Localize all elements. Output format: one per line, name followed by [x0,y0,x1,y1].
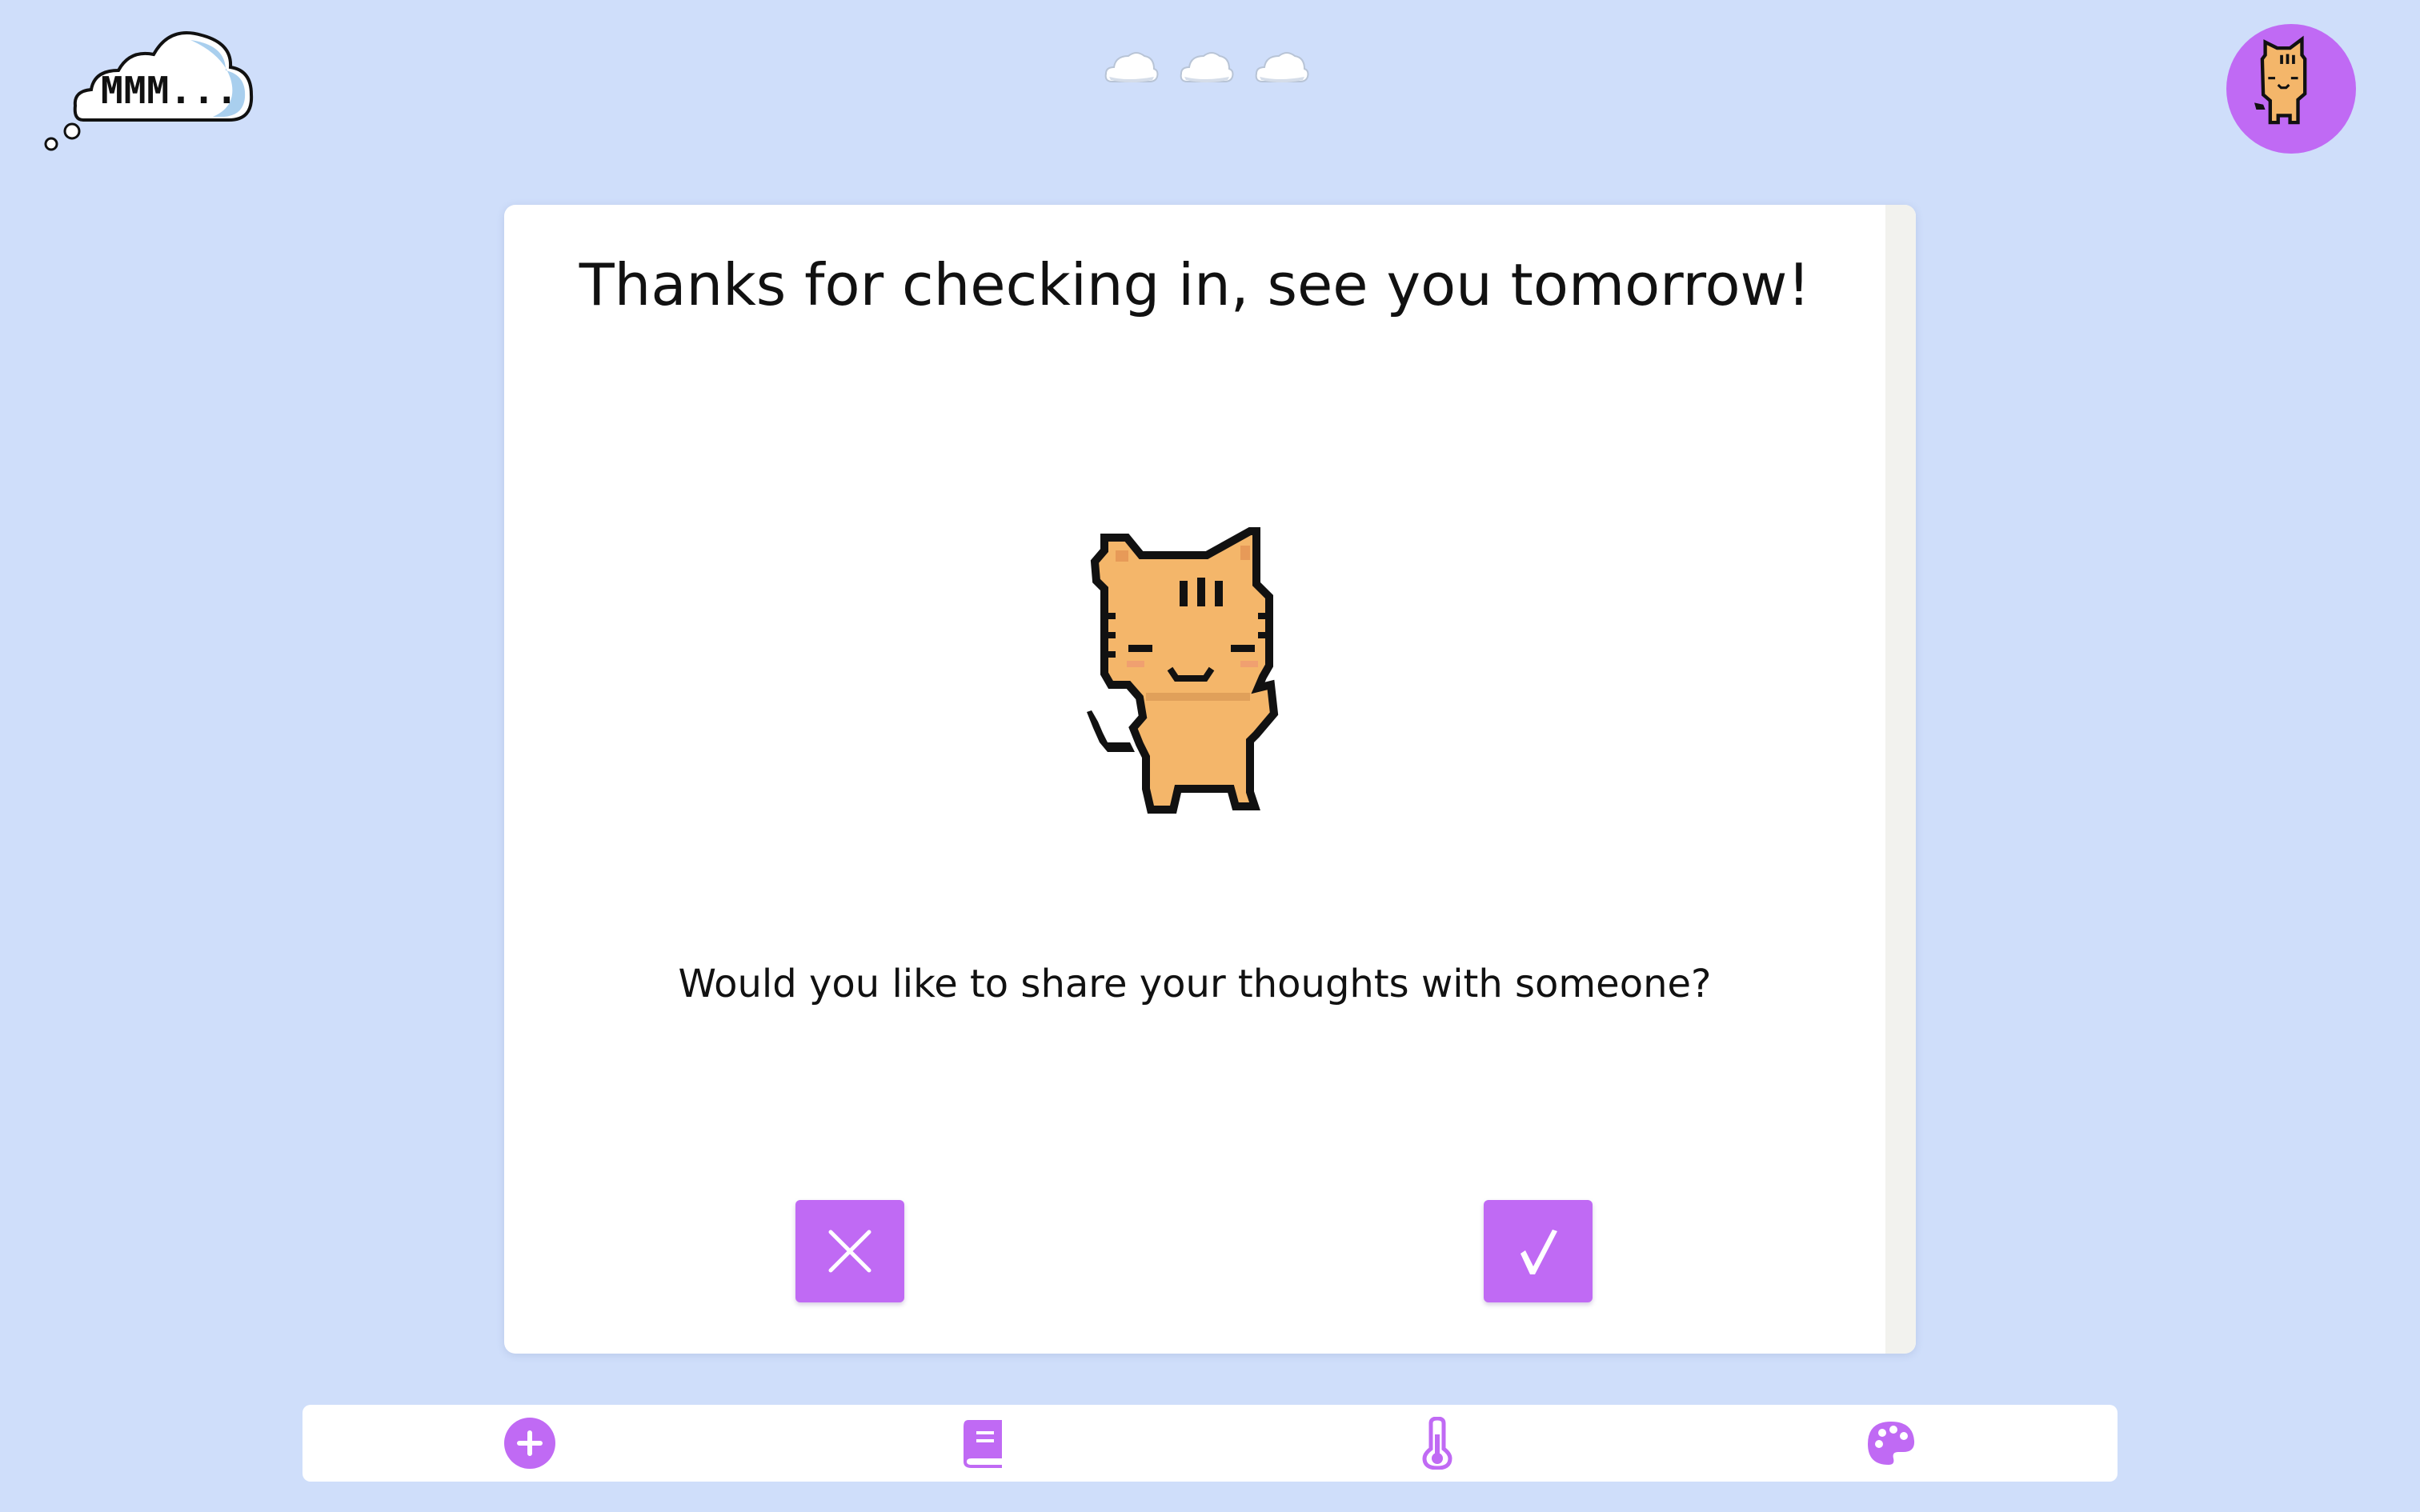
checkin-complete-dialog: Thanks for checking in, see you tomorrow… [504,205,1916,1354]
cloud-icon [1180,52,1234,82]
nav-add-checkin[interactable] [491,1405,568,1482]
cloud-icon [1255,52,1309,82]
cat-illustration [1071,525,1303,829]
nav-theme-palette[interactable] [1853,1405,1929,1482]
cloud-progress [1104,50,1309,85]
decline-button[interactable] [795,1200,904,1302]
cat-avatar-icon [2252,35,2307,125]
checkmark-icon [1521,1230,1557,1274]
palette-icon [1867,1422,1914,1465]
dialog-scrollbar[interactable] [1885,205,1916,1354]
share-thoughts-question: Would you like to share your thoughts wi… [678,962,1712,1006]
close-icon [828,1230,871,1273]
add-icon [503,1418,555,1469]
accept-button[interactable] [1484,1200,1593,1302]
bottom-navigation [302,1405,2118,1482]
dialog-title: Thanks for checking in, see you tomorrow… [579,251,1811,318]
profile-avatar[interactable] [2226,24,2356,154]
logo-text: MMM... [101,69,239,112]
app-logo: MMM... [42,22,259,158]
journal-icon [963,1420,1002,1468]
cat-icon [1087,527,1279,814]
cloud-icon [1104,52,1159,82]
thermometer-icon [1421,1417,1452,1470]
nav-journal[interactable] [945,1405,1022,1482]
nav-mood-thermometer[interactable] [1399,1405,1476,1482]
